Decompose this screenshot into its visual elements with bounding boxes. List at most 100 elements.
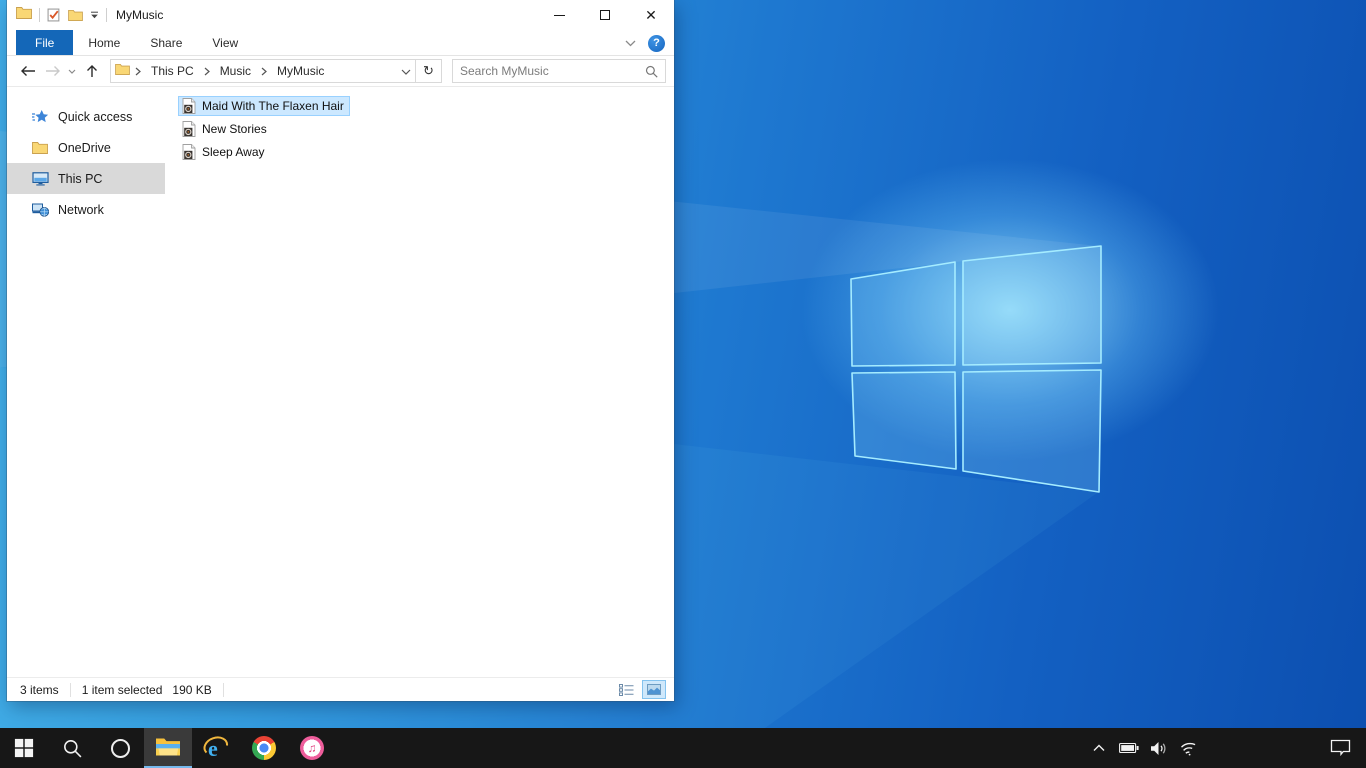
close-icon: ✕: [645, 7, 657, 23]
tab-view[interactable]: View: [197, 30, 253, 55]
search-icon: [63, 739, 81, 757]
sidebar-item-label: Network: [58, 202, 104, 217]
details-view-icon: [618, 683, 633, 696]
onedrive-folder-icon: [31, 141, 49, 154]
refresh-button[interactable]: ↻: [416, 59, 442, 83]
volume-button[interactable]: [1146, 728, 1172, 768]
itunes-button[interactable]: [288, 728, 336, 768]
sidebar-item-label: Quick access: [58, 109, 133, 124]
chevron-down-icon: [68, 69, 76, 74]
qat-properties-button[interactable]: [47, 8, 61, 22]
qat-new-folder-button[interactable]: [68, 9, 83, 21]
qat-customize-button[interactable]: [90, 11, 99, 19]
search-box[interactable]: [452, 59, 666, 83]
windows-logo-wallpaper: [850, 245, 1102, 493]
tray-overflow-button[interactable]: [1086, 728, 1112, 768]
sidebar-item-onedrive[interactable]: OneDrive: [7, 132, 165, 163]
ribbon-right-controls: ?: [625, 30, 665, 56]
breadcrumb-this-pc[interactable]: This PC: [146, 64, 199, 78]
tray-chevron-up-icon: [1093, 744, 1105, 751]
titlebar-separator: [106, 8, 107, 22]
wifi-button[interactable]: [1176, 728, 1202, 768]
forward-button[interactable]: [41, 59, 65, 83]
internet-explorer-button[interactable]: e: [192, 728, 240, 768]
titlebar: MyMusic ✕: [7, 0, 674, 30]
start-icon: [14, 738, 34, 758]
tab-share[interactable]: Share: [135, 30, 197, 55]
window-controls: ✕: [536, 0, 674, 30]
selection-size: 190 KB: [172, 682, 212, 697]
window-body: Quick access OneDrive This PC Network Ma…: [7, 87, 674, 677]
details-view-button[interactable]: [614, 680, 638, 699]
file-row[interactable]: New Stories: [178, 119, 273, 139]
large-icons-view-button[interactable]: [642, 680, 666, 699]
file-row[interactable]: Sleep Away: [178, 142, 271, 162]
sidebar-item-network[interactable]: Network: [7, 194, 165, 225]
sidebar-item-this-pc[interactable]: This PC: [7, 163, 165, 194]
battery-button[interactable]: [1116, 728, 1142, 768]
maximize-icon: [600, 10, 610, 20]
status-separator: [222, 682, 224, 697]
audio-file-icon: [182, 98, 196, 114]
sidebar-item-label: This PC: [58, 171, 103, 186]
new-folder-icon: [68, 9, 83, 21]
address-dropdown-chevron-icon[interactable]: [401, 62, 411, 80]
properties-check-icon: [47, 8, 60, 22]
taskbar-search-button[interactable]: [48, 728, 96, 768]
address-folder-icon: [115, 62, 130, 80]
tab-home[interactable]: Home: [73, 30, 135, 55]
this-pc-monitor-icon: [31, 171, 49, 186]
chrome-icon: [252, 736, 276, 760]
system-tray: [1086, 728, 1366, 768]
selection-info: 1 item selected 190 KB: [82, 683, 212, 697]
window-folder-icon: [16, 6, 32, 24]
quick-access-star-icon: [31, 109, 49, 125]
taskbar-file-explorer-button[interactable]: [144, 728, 192, 768]
action-center-button[interactable]: [1318, 728, 1362, 768]
start-button[interactable]: [0, 728, 48, 768]
breadcrumb-music[interactable]: Music: [215, 64, 256, 78]
navigation-bar: This PC Music MyMusic ↻: [7, 56, 674, 87]
address-bar[interactable]: This PC Music MyMusic: [110, 59, 416, 83]
close-button[interactable]: ✕: [628, 0, 674, 30]
search-icon[interactable]: [645, 65, 658, 78]
cortana-button[interactable]: [96, 728, 144, 768]
wifi-icon: [1180, 742, 1195, 755]
file-row[interactable]: Maid With The Flaxen Hair: [178, 96, 350, 116]
file-name: Sleep Away: [202, 145, 265, 159]
back-arrow-icon: [21, 66, 35, 76]
file-list: Maid With The Flaxen Hair New Stories Sl…: [165, 87, 674, 677]
search-input[interactable]: [460, 64, 639, 78]
recent-locations-button[interactable]: [65, 59, 79, 83]
maximize-button[interactable]: [582, 0, 628, 30]
chevron-down-icon: [91, 11, 98, 19]
sidebar-item-quick-access[interactable]: Quick access: [7, 101, 165, 132]
expand-ribbon-chevron-icon[interactable]: [625, 40, 636, 47]
volume-icon: [1151, 741, 1166, 755]
breadcrumb-mymusic[interactable]: MyMusic: [272, 64, 329, 78]
tab-file[interactable]: File: [16, 30, 74, 55]
file-explorer-icon: [156, 738, 180, 756]
up-button[interactable]: [79, 59, 105, 83]
ribbon-tabs: File Home Share View ?: [7, 30, 674, 56]
battery-icon: [1119, 742, 1139, 754]
minimize-button[interactable]: [536, 0, 582, 30]
status-bar: 3 items 1 item selected 190 KB: [7, 677, 674, 701]
thumbnail-view-icon: [647, 684, 661, 695]
item-count: 3 items: [20, 682, 59, 697]
action-center-icon: [1330, 739, 1350, 757]
chrome-button[interactable]: [240, 728, 288, 768]
up-arrow-icon: [87, 65, 97, 77]
file-name: Maid With The Flaxen Hair: [202, 99, 344, 113]
help-button[interactable]: ?: [648, 34, 665, 52]
view-toggles: [614, 680, 666, 699]
itunes-icon: [300, 736, 324, 760]
breadcrumb-chevron-icon[interactable]: [133, 67, 143, 76]
breadcrumb-chevron-icon[interactable]: [202, 67, 212, 76]
back-button[interactable]: [15, 59, 41, 83]
file-name: New Stories: [202, 122, 267, 136]
breadcrumb-chevron-icon[interactable]: [259, 67, 269, 76]
selection-count: 1 item selected: [81, 682, 163, 697]
sidebar-item-label: OneDrive: [58, 140, 111, 155]
file-explorer-window: MyMusic ✕ File Home Share View ? This PC…: [7, 0, 674, 701]
